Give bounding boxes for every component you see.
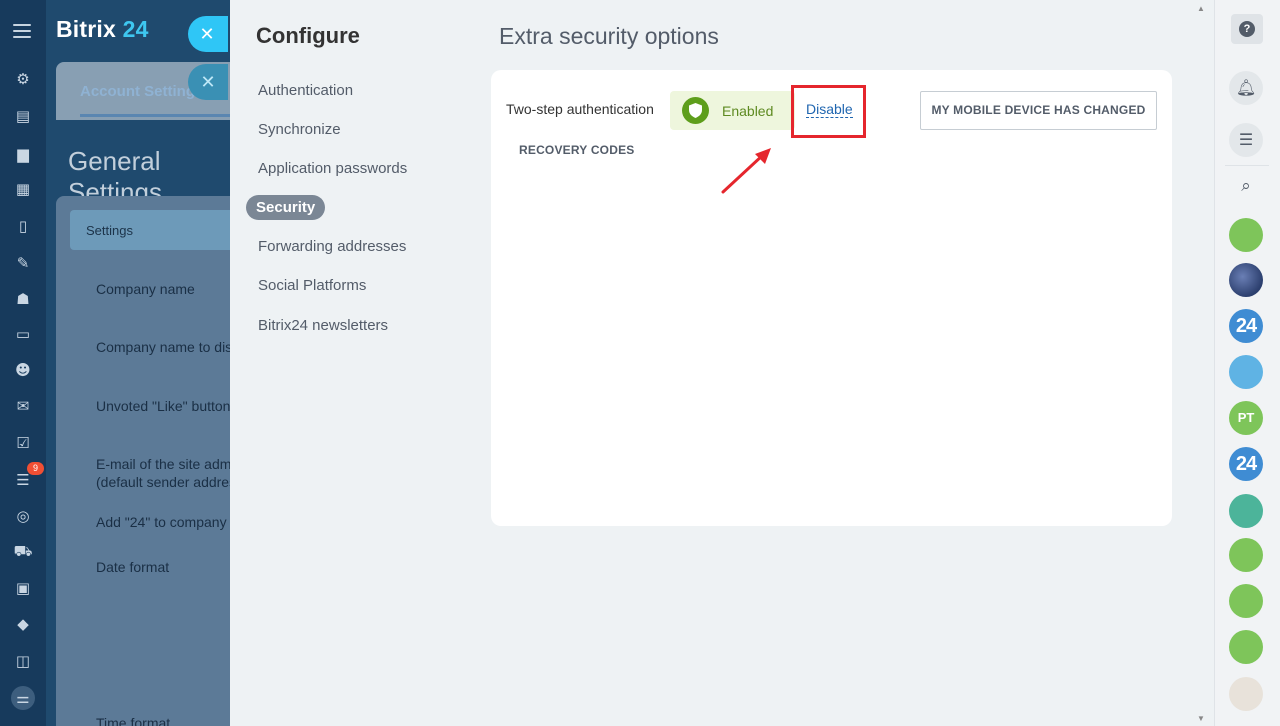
contact-card-icon[interactable]: ▣ xyxy=(13,578,33,598)
security-card: Two-step authentication Enabled Disable … xyxy=(491,70,1172,526)
app-sidebar: ⚙ ▤ ▆ ▦ ▯ ✎ ☗ ▭ ☻ ✉ ☑ ☰ 9 ◎ ⛟ ▣ ◆ ◫ ⚌ xyxy=(0,0,46,726)
tab-underline xyxy=(80,114,230,117)
activity-stream-icon[interactable]: ⚙ xyxy=(13,69,33,89)
group-chat-avatar[interactable] xyxy=(1229,630,1263,664)
bell-icon[interactable]: 🔔︎ xyxy=(1229,71,1263,105)
account-settings-tab-label[interactable]: Account Settings xyxy=(80,83,203,100)
mobile-device-changed-button[interactable]: MY MOBILE DEVICE HAS CHANGED xyxy=(920,91,1157,130)
inbox-icon[interactable]: ▭ xyxy=(13,324,33,344)
tasks-icon[interactable]: ▤ xyxy=(13,106,33,126)
user-initials-avatar[interactable]: PT xyxy=(1229,401,1263,435)
configure-slider: Configure Authentication Synchronize App… xyxy=(230,0,1214,726)
bitrix24-logo[interactable]: Bitrix 24 xyxy=(56,16,149,43)
robot-icon[interactable]: ☗ xyxy=(13,289,33,309)
document-icon[interactable]: ▯ xyxy=(13,216,33,236)
recovery-codes-link[interactable]: RECOVERY CODES xyxy=(519,143,635,157)
team-icon[interactable]: ☻ xyxy=(13,360,33,380)
notification-badge: 9 xyxy=(27,462,44,475)
scroll-down-arrow-icon[interactable]: ▼ xyxy=(1197,714,1205,723)
setting-row-label: E-mail of the site admin xyxy=(96,456,230,472)
search-icon[interactable]: ⌕ xyxy=(1229,169,1263,203)
user-avatar[interactable] xyxy=(1229,677,1263,711)
setting-row-label: Unvoted "Like" button xyxy=(96,398,230,414)
background-app: Bitrix 24 Account Settings General Setti… xyxy=(46,0,230,726)
shield-icon xyxy=(682,97,709,124)
calendar-chat-avatar[interactable] xyxy=(1229,355,1263,389)
chat-avatar[interactable] xyxy=(1229,218,1263,252)
help-button[interactable]: ? xyxy=(1231,14,1263,44)
nav-item-social-platforms[interactable]: Social Platforms xyxy=(258,277,366,294)
menu-icon[interactable] xyxy=(13,24,31,38)
annotation-arrow-icon xyxy=(721,148,771,194)
right-panel: ? 🔔︎ ☰ ⌕ 24 PT 24 xyxy=(1214,0,1280,726)
setting-row-label: (default sender address) xyxy=(96,474,230,490)
scroll-up-arrow-icon[interactable]: ▲ xyxy=(1197,4,1205,13)
nav-item-authentication[interactable]: Authentication xyxy=(258,82,353,99)
setting-row-label: Time format xyxy=(96,715,171,726)
nav-item-newsletters[interactable]: Bitrix24 newsletters xyxy=(258,317,388,334)
nav-item-synchronize[interactable]: Synchronize xyxy=(258,121,341,138)
configure-title: Configure xyxy=(256,23,360,48)
group-chat-avatar[interactable] xyxy=(1229,584,1263,618)
messages-icon[interactable]: ☰ xyxy=(1229,123,1263,157)
setting-row-label: Company name xyxy=(96,281,195,297)
nav-item-application-passwords[interactable]: Application passwords xyxy=(258,160,407,177)
checklist-icon[interactable]: ☑ xyxy=(13,433,33,453)
disable-link[interactable]: Disable xyxy=(806,101,853,118)
calendar-icon[interactable]: ▦ xyxy=(13,179,33,199)
cart-icon[interactable]: ⛟ xyxy=(13,541,33,561)
settings-sliders-icon[interactable]: ⚌ xyxy=(11,686,35,710)
group-chat-avatar[interactable] xyxy=(1229,538,1263,572)
status-badge: Enabled xyxy=(670,91,795,130)
close-slider-button[interactable]: ✕ xyxy=(188,16,228,52)
group-chat-avatar[interactable] xyxy=(1229,494,1263,528)
nav-item-forwarding-addresses[interactable]: Forwarding addresses xyxy=(258,238,406,255)
signature-icon[interactable]: ✎ xyxy=(13,253,33,273)
close-inner-slider-button[interactable]: ✕ xyxy=(188,64,228,100)
status-label: Enabled xyxy=(722,103,774,119)
devices-icon[interactable]: ◫ xyxy=(13,651,33,671)
help-icon: ? xyxy=(1239,21,1255,37)
divider xyxy=(1225,165,1269,166)
two-step-auth-label: Two-step authentication xyxy=(506,101,654,117)
target-icon[interactable]: ◎ xyxy=(13,506,33,526)
bitrix24-chat-avatar[interactable]: 24 xyxy=(1229,309,1263,343)
box-icon[interactable]: ◆ xyxy=(13,614,33,634)
nav-item-security[interactable]: Security xyxy=(246,195,326,220)
setting-row-label: Company name to display xyxy=(96,339,230,355)
settings-section-label: Settings xyxy=(86,223,133,238)
chat-icon[interactable]: ▆ xyxy=(13,144,33,164)
mail-icon[interactable]: ✉ xyxy=(13,396,33,416)
bitrix24-chat-avatar[interactable]: 24 xyxy=(1229,447,1263,481)
setting-row-label: Date format xyxy=(96,559,170,575)
security-section-title: Extra security options xyxy=(499,23,719,49)
setting-row-label: Add "24" to company xyxy=(96,514,227,530)
chat-avatar[interactable] xyxy=(1229,263,1263,297)
